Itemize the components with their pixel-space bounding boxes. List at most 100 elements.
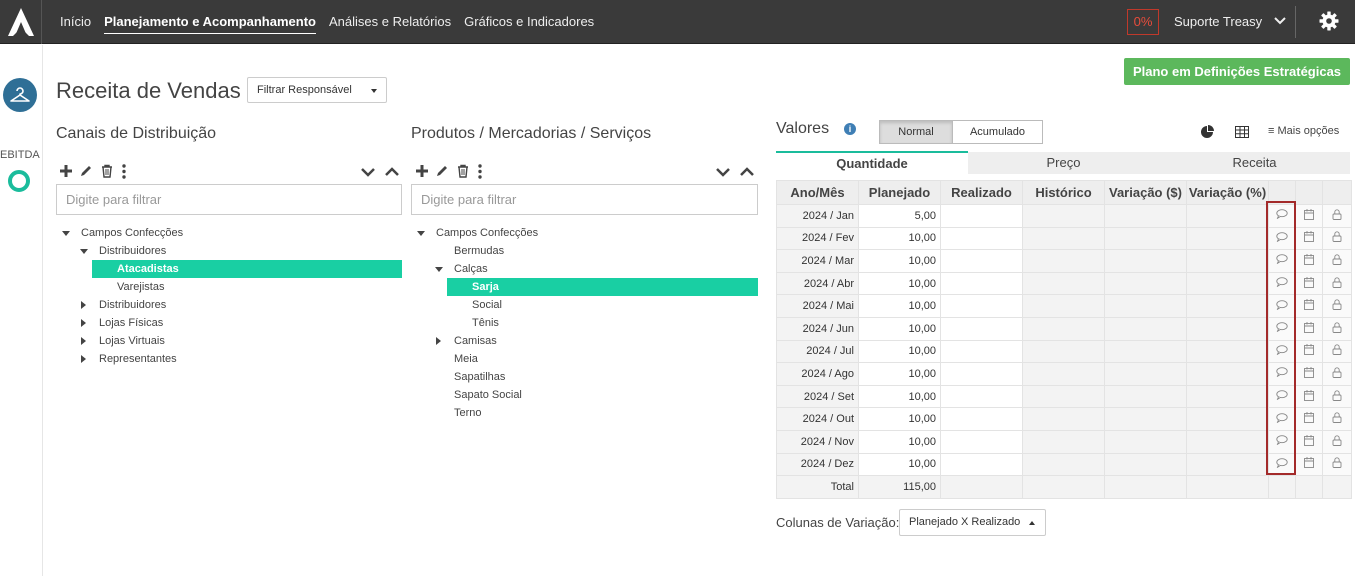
calendar-icon[interactable] (1304, 434, 1314, 449)
planned-cell[interactable]: 10,00 (858, 271, 941, 296)
calendar-cell[interactable] (1295, 249, 1323, 273)
tab-1[interactable]: Preço (968, 152, 1159, 174)
lock-icon[interactable] (1332, 344, 1342, 358)
calendar-cell[interactable] (1295, 294, 1323, 318)
lock-cell[interactable] (1322, 339, 1352, 364)
tree-node[interactable]: Terno (411, 404, 758, 422)
tree-node[interactable]: Representantes (56, 350, 402, 368)
comment-cell[interactable] (1268, 271, 1296, 296)
mode-normal-button[interactable]: Normal (879, 120, 953, 144)
tree-node[interactable]: Sarja (447, 278, 758, 296)
tree-node[interactable]: Lojas Virtuais (56, 332, 402, 350)
calendar-cell[interactable] (1295, 271, 1323, 296)
lock-icon[interactable] (1332, 367, 1342, 381)
app-logo[interactable] (0, 0, 42, 44)
calendar-icon[interactable] (1304, 457, 1314, 471)
lock-icon[interactable] (1332, 435, 1342, 449)
planned-cell[interactable]: 10,00 (858, 384, 941, 409)
tree-node[interactable]: Distribuidores (56, 242, 402, 260)
lock-cell[interactable] (1322, 294, 1352, 318)
user-menu[interactable]: Suporte Treasy (1174, 0, 1262, 44)
table-icon[interactable] (1235, 126, 1249, 138)
calendar-icon[interactable] (1304, 389, 1314, 404)
calendar-cell[interactable] (1295, 384, 1323, 409)
calendar-icon[interactable] (1304, 253, 1314, 268)
actual-cell[interactable] (940, 271, 1023, 296)
column-header[interactable]: Realizado (940, 180, 1023, 205)
calendar-icon[interactable] (1304, 366, 1314, 381)
mode-accumulated-button[interactable]: Acumulado (952, 120, 1043, 144)
tree-node[interactable]: Campos Confecções (56, 224, 402, 242)
lock-cell[interactable] (1322, 362, 1352, 386)
caret-down-icon[interactable] (80, 249, 88, 254)
caret-down-icon[interactable] (435, 267, 443, 272)
hanger-icon[interactable] (3, 78, 37, 112)
caret-right-icon[interactable] (81, 355, 86, 363)
nav-item-1[interactable]: Planejamento e Acompanhamento (104, 0, 316, 44)
tree-node[interactable]: Calças (411, 260, 758, 278)
lock-cell[interactable] (1322, 316, 1352, 341)
column-header[interactable]: Variação (%) (1186, 180, 1269, 205)
lock-cell[interactable] (1322, 249, 1352, 273)
tab-0[interactable]: Quantidade (776, 151, 968, 175)
comment-icon[interactable] (1276, 345, 1288, 358)
lock-cell[interactable] (1322, 226, 1352, 251)
caret-right-icon[interactable] (81, 301, 86, 309)
comment-cell[interactable] (1268, 226, 1296, 251)
actual-cell[interactable] (940, 249, 1023, 273)
comment-icon[interactable] (1276, 390, 1288, 403)
calendar-icon[interactable] (1304, 321, 1314, 336)
comment-icon[interactable] (1276, 277, 1288, 290)
planned-cell[interactable]: 10,00 (858, 249, 941, 273)
pencil-icon[interactable] (79, 164, 93, 178)
collapse-all-icon[interactable] (384, 166, 400, 178)
calendar-icon[interactable] (1304, 299, 1314, 313)
comment-icon[interactable] (1276, 232, 1288, 245)
comment-icon[interactable] (1276, 435, 1288, 448)
planned-cell[interactable]: 5,00 (858, 204, 941, 228)
calendar-cell[interactable] (1295, 452, 1323, 477)
variation-columns-select[interactable]: Planejado X Realizado (899, 509, 1046, 536)
tree-node[interactable]: Tênis (411, 314, 758, 332)
nav-item-2[interactable]: Análises e Relatórios (329, 0, 451, 44)
actual-cell[interactable] (940, 429, 1023, 454)
ring-icon[interactable] (8, 170, 30, 192)
tree-node[interactable]: Sapatilhas (411, 368, 758, 386)
column-header[interactable]: Ano/Mês (776, 180, 859, 205)
strategic-plan-button[interactable]: Plano em Definições Estratégicas (1124, 58, 1350, 85)
calendar-icon[interactable] (1304, 344, 1314, 358)
comment-cell[interactable] (1268, 204, 1296, 228)
tree-node[interactable]: Bermudas (411, 242, 758, 260)
planned-cell[interactable]: 10,00 (858, 316, 941, 341)
tree-node[interactable]: Varejistas (56, 278, 402, 296)
collapse-all-icon[interactable] (739, 166, 755, 178)
calendar-cell[interactable] (1295, 316, 1323, 341)
calendar-cell[interactable] (1295, 362, 1323, 386)
comment-cell[interactable] (1268, 294, 1296, 318)
planned-cell[interactable]: 10,00 (858, 362, 941, 386)
tree-node[interactable]: Sapato Social (411, 386, 758, 404)
tree-node[interactable]: Atacadistas (92, 260, 402, 278)
responsible-filter-dropdown[interactable]: Filtrar Responsável (247, 77, 387, 103)
lock-icon[interactable] (1332, 457, 1342, 471)
gear-icon[interactable] (1319, 11, 1339, 31)
comment-cell[interactable] (1268, 339, 1296, 364)
add-icon[interactable] (59, 164, 73, 178)
calendar-icon[interactable] (1304, 412, 1314, 426)
tree-node[interactable]: Camisas (411, 332, 758, 350)
tree-node[interactable]: Meia (411, 350, 758, 368)
pencil-icon[interactable] (435, 164, 449, 178)
planned-cell[interactable]: 10,00 (858, 452, 941, 477)
comment-icon[interactable] (1276, 322, 1288, 335)
more-vertical-icon[interactable] (120, 164, 128, 179)
caret-down-icon[interactable] (62, 231, 70, 236)
actual-cell[interactable] (940, 226, 1023, 251)
comment-icon[interactable] (1276, 367, 1288, 380)
lock-cell[interactable] (1322, 384, 1352, 409)
lock-icon[interactable] (1332, 276, 1342, 291)
nav-item-0[interactable]: Início (60, 0, 91, 44)
column-header[interactable]: Variação ($) (1104, 180, 1187, 205)
lock-icon[interactable] (1332, 389, 1342, 404)
actual-cell[interactable] (940, 294, 1023, 318)
comment-icon[interactable] (1276, 209, 1288, 222)
